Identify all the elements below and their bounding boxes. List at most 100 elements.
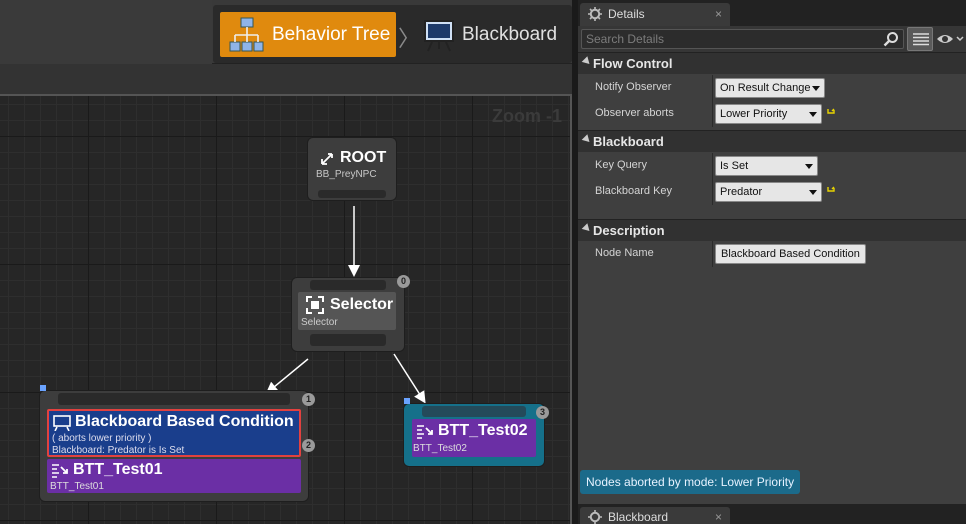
dropdown-value: Predator [720, 186, 763, 198]
dropdown-arrow-icon [812, 86, 820, 91]
property-name: Notify Observer [595, 81, 672, 93]
category-blackboard[interactable]: Blackboard [578, 130, 966, 152]
collapse-arrow-icon [581, 223, 593, 234]
breakpoint-marker [404, 398, 410, 404]
sequence-execution-index: 1 [302, 393, 315, 406]
selector-subtitle: Selector [301, 317, 338, 328]
breadcrumb-separator: 〉 [398, 26, 421, 51]
property-row-notify-observer: Notify Observer On Result Change [578, 75, 966, 101]
condition-task-node[interactable]: 1 Blackboard Based Condition ( aborts lo… [40, 385, 315, 501]
blackboard-tab-label: Blackboard [608, 510, 669, 524]
property-row-blackboard-key: Blackboard Key Predator [578, 179, 966, 205]
selector-title: Selector [330, 296, 394, 313]
behavior-tree-mode-button[interactable]: Behavior Tree [220, 12, 396, 57]
reset-to-default-icon[interactable] [827, 186, 835, 196]
root-subtitle: BB_PreyNPC [316, 169, 377, 180]
gear-icon [588, 7, 602, 21]
task2-input-pin[interactable] [422, 406, 526, 417]
editor-toolbar: Behavior Tree 〉 Blackboard [0, 0, 572, 64]
details-tab-label: Details [608, 7, 645, 21]
edge-selector-to-sequence [265, 358, 309, 394]
collapse-arrow-icon [581, 134, 593, 145]
blackboard-key-dropdown[interactable]: Predator [715, 182, 822, 202]
search-icon[interactable] [883, 31, 899, 47]
dropdown-value: Lower Priority [720, 108, 788, 120]
key-query-dropdown[interactable]: Is Set [715, 156, 818, 176]
details-panel: Details × Search Details Flow Control No… [578, 0, 966, 504]
dropdown-value: On Result Change [720, 82, 811, 94]
list-view-icon [913, 33, 929, 46]
column-divider [712, 179, 713, 205]
category-description[interactable]: Description [578, 219, 966, 241]
blackboard-mode-label: Blackboard [462, 23, 558, 45]
blackboard-monitor-icon [424, 20, 454, 52]
behavior-tree-icon [229, 17, 264, 52]
details-tab[interactable]: Details × [580, 3, 730, 26]
selector-icon [306, 296, 324, 314]
column-divider [712, 101, 713, 127]
property-row-key-query: Key Query Is Set [578, 153, 966, 179]
blackboard-mode-button[interactable]: Blackboard [420, 12, 570, 57]
category-label: Flow Control [593, 56, 673, 71]
selector-node[interactable]: Selector Selector 0 [292, 275, 410, 351]
observer-aborts-dropdown[interactable]: Lower Priority [715, 104, 822, 124]
decorator-execution-index: 2 [302, 439, 315, 452]
blackboard-tab[interactable]: Blackboard × [580, 507, 730, 524]
selector-body: Selector Selector [298, 292, 396, 330]
task2-execution-index: 3 [536, 406, 549, 419]
breakpoint-marker [40, 385, 46, 391]
property-row-node-name: Node Name Blackboard Based Condition [578, 241, 966, 267]
category-flow-control[interactable]: Flow Control [578, 52, 966, 74]
graph-tab-strip [0, 64, 572, 94]
selector-execution-index: 0 [397, 275, 410, 288]
dropdown-arrow-icon [809, 190, 817, 195]
column-divider [712, 75, 713, 101]
root-icon [321, 153, 333, 165]
decorator-description: Blackboard: Predator is Is Set [52, 445, 185, 456]
sequence-input-pin[interactable] [58, 393, 290, 405]
behavior-tree-graph[interactable]: Zoom -1 ROOT BB_PreyNPC Selector Selecto… [0, 94, 572, 524]
selector-output-pin[interactable] [310, 334, 386, 346]
property-name: Key Query [595, 159, 647, 171]
gear-icon [588, 510, 602, 524]
task2-title: BTT_Test02 [438, 422, 528, 439]
behavior-tree-mode-label: Behavior Tree [272, 23, 391, 45]
task-icon [52, 464, 68, 478]
collapse-arrow-icon [581, 56, 593, 67]
category-label: Description [593, 223, 665, 238]
blackboard-tab-bar: Blackboard × [578, 504, 966, 524]
dropdown-arrow-icon [809, 112, 817, 117]
task2-subtitle: BTT_Test02 [413, 443, 467, 454]
selector-input-pin[interactable] [310, 280, 386, 290]
decorator-blackboard-icon [53, 415, 71, 431]
node-name-field[interactable]: Blackboard Based Condition [715, 244, 866, 264]
details-search-row [578, 26, 966, 52]
task-icon [417, 425, 433, 439]
dropdown-value: Is Set [720, 160, 749, 172]
decorator-abort-mode: ( aborts lower priority ) [52, 433, 152, 444]
search-details-input[interactable] [582, 30, 882, 48]
edge-selector-to-task2 [393, 353, 426, 404]
close-icon[interactable]: × [715, 7, 722, 21]
property-matrix-button[interactable] [907, 27, 933, 51]
eye-icon[interactable] [936, 31, 964, 47]
btt-test02-task[interactable]: BTT_Test02 BTT_Test02 [412, 419, 536, 457]
root-output-pin[interactable] [318, 190, 386, 198]
notify-observer-dropdown[interactable]: On Result Change [715, 78, 825, 98]
category-label: Blackboard [593, 134, 664, 149]
root-title: ROOT [340, 149, 387, 166]
btt-test01-task[interactable]: BTT_Test01 BTT_Test01 [47, 459, 301, 493]
reset-to-default-icon[interactable] [827, 108, 835, 118]
blackboard-condition-decorator[interactable]: Blackboard Based Condition ( aborts lowe… [47, 409, 301, 457]
details-tab-bar: Details × [578, 0, 966, 26]
task1-subtitle: BTT_Test01 [50, 481, 104, 492]
decorator-title: Blackboard Based Condition [75, 413, 294, 430]
task1-title: BTT_Test01 [73, 461, 163, 478]
root-node[interactable]: ROOT BB_PreyNPC [308, 138, 396, 200]
behavior-tree-editor: Behavior Tree 〉 Blackboard Zoom -1 ROOT … [0, 0, 966, 524]
column-divider [712, 153, 713, 179]
btt-test02-node[interactable]: 3 BTT_Test02 BTT_Test02 [404, 398, 549, 466]
toolbar-area [0, 0, 212, 64]
close-icon[interactable]: × [715, 510, 722, 524]
aborted-nodes-notice: Nodes aborted by mode: Lower Priority [580, 470, 801, 494]
